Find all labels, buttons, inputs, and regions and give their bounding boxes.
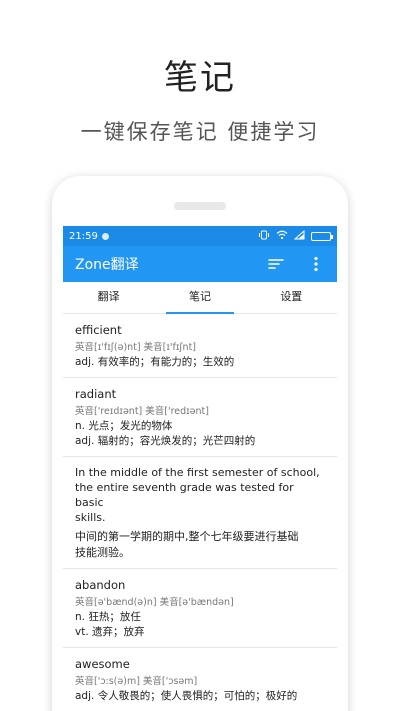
note-word: abandon bbox=[75, 578, 126, 592]
phone-speaker bbox=[174, 202, 226, 210]
tab-settings[interactable]: 设置 bbox=[246, 282, 337, 313]
note-meaning: adj. 辐射的；容光焕发的；光芒四射的 bbox=[75, 435, 256, 447]
note-sentence-line: In the middle of the first semester of s… bbox=[75, 466, 320, 479]
app-title: Zone翻译 bbox=[75, 257, 139, 273]
note-meaning: n. 光点；发光的物体 bbox=[75, 420, 173, 432]
note-translation-line: 技能测验。 bbox=[75, 546, 130, 559]
status-bar: 21:59 bbox=[63, 226, 337, 246]
note-meaning: adj. 有效率的；有能力的；生效的 bbox=[75, 356, 235, 368]
note-item-abandon[interactable]: abandon 英音[ə'bænd(ə)n] 美音[ə'bændən] n. 狂… bbox=[63, 569, 337, 648]
note-item-efficient[interactable]: efficient 英音[ɪ'fɪʃ(ə)nt] 美音[ɪ'fɪʃnt] adj… bbox=[63, 314, 337, 378]
note-meaning: n. 狂热；放任 bbox=[75, 611, 141, 623]
vibrate-icon bbox=[258, 230, 270, 243]
phone-frame: 21:59 Zone翻译 翻译 笔记 设置 efficient 英音[ɪ'fɪʃ… bbox=[52, 176, 348, 711]
sort-icon[interactable] bbox=[267, 255, 285, 273]
app-bar: Zone翻译 bbox=[63, 246, 337, 282]
status-time: 21:59 bbox=[69, 230, 98, 242]
note-word: radiant bbox=[75, 387, 117, 401]
wifi-icon bbox=[276, 230, 288, 243]
note-item-sentence[interactable]: In the middle of the first semester of s… bbox=[63, 457, 337, 569]
promo-subtitle: 一键保存笔记 便捷学习 bbox=[80, 120, 320, 144]
note-item-awesome[interactable]: awesome 英音['ɔ:s(ə)m] 美音['ɔsəm] adj. 令人敬畏… bbox=[63, 648, 337, 711]
note-phonetic: 英音['ɔ:s(ə)m] 美音['ɔsəm] bbox=[75, 676, 198, 687]
more-vert-icon[interactable] bbox=[307, 255, 325, 273]
note-phonetic: 英音[ə'bænd(ə)n] 美音[ə'bændən] bbox=[75, 597, 234, 608]
note-word: awesome bbox=[75, 657, 130, 671]
notes-list: efficient 英音[ɪ'fɪʃ(ə)nt] 美音[ɪ'fɪʃnt] adj… bbox=[63, 314, 337, 711]
note-meaning: vt. 遗弃；放弃 bbox=[75, 626, 145, 638]
tab-translate[interactable]: 翻译 bbox=[63, 282, 154, 313]
promo-title: 笔记 bbox=[164, 58, 236, 98]
note-phonetic: 英音['reɪdɪənt] 美音['redɪənt] bbox=[75, 406, 209, 417]
note-sentence-line: the entire seventh grade was tested for … bbox=[75, 481, 294, 509]
note-translation-line: 中间的第一学期的期中,整个七年级要进行基础 bbox=[75, 530, 299, 543]
note-meaning: adj. 令人敬畏的；使人畏惧的；可怕的；极好的 bbox=[75, 690, 298, 702]
tab-bar: 翻译 笔记 设置 bbox=[63, 282, 337, 314]
phone-screen: 21:59 Zone翻译 翻译 笔记 设置 efficient 英音[ɪ'fɪʃ… bbox=[63, 226, 337, 711]
note-item-radiant[interactable]: radiant 英音['reɪdɪənt] 美音['redɪənt] n. 光点… bbox=[63, 378, 337, 457]
notification-dot-icon bbox=[101, 232, 109, 240]
note-sentence-line: skills. bbox=[75, 511, 106, 524]
signal-icon bbox=[293, 229, 305, 243]
note-word: efficient bbox=[75, 323, 122, 337]
tab-notes[interactable]: 笔记 bbox=[154, 282, 245, 314]
battery-icon bbox=[311, 231, 333, 241]
note-phonetic: 英音[ɪ'fɪʃ(ə)nt] 美音[ɪ'fɪʃnt] bbox=[75, 342, 197, 353]
